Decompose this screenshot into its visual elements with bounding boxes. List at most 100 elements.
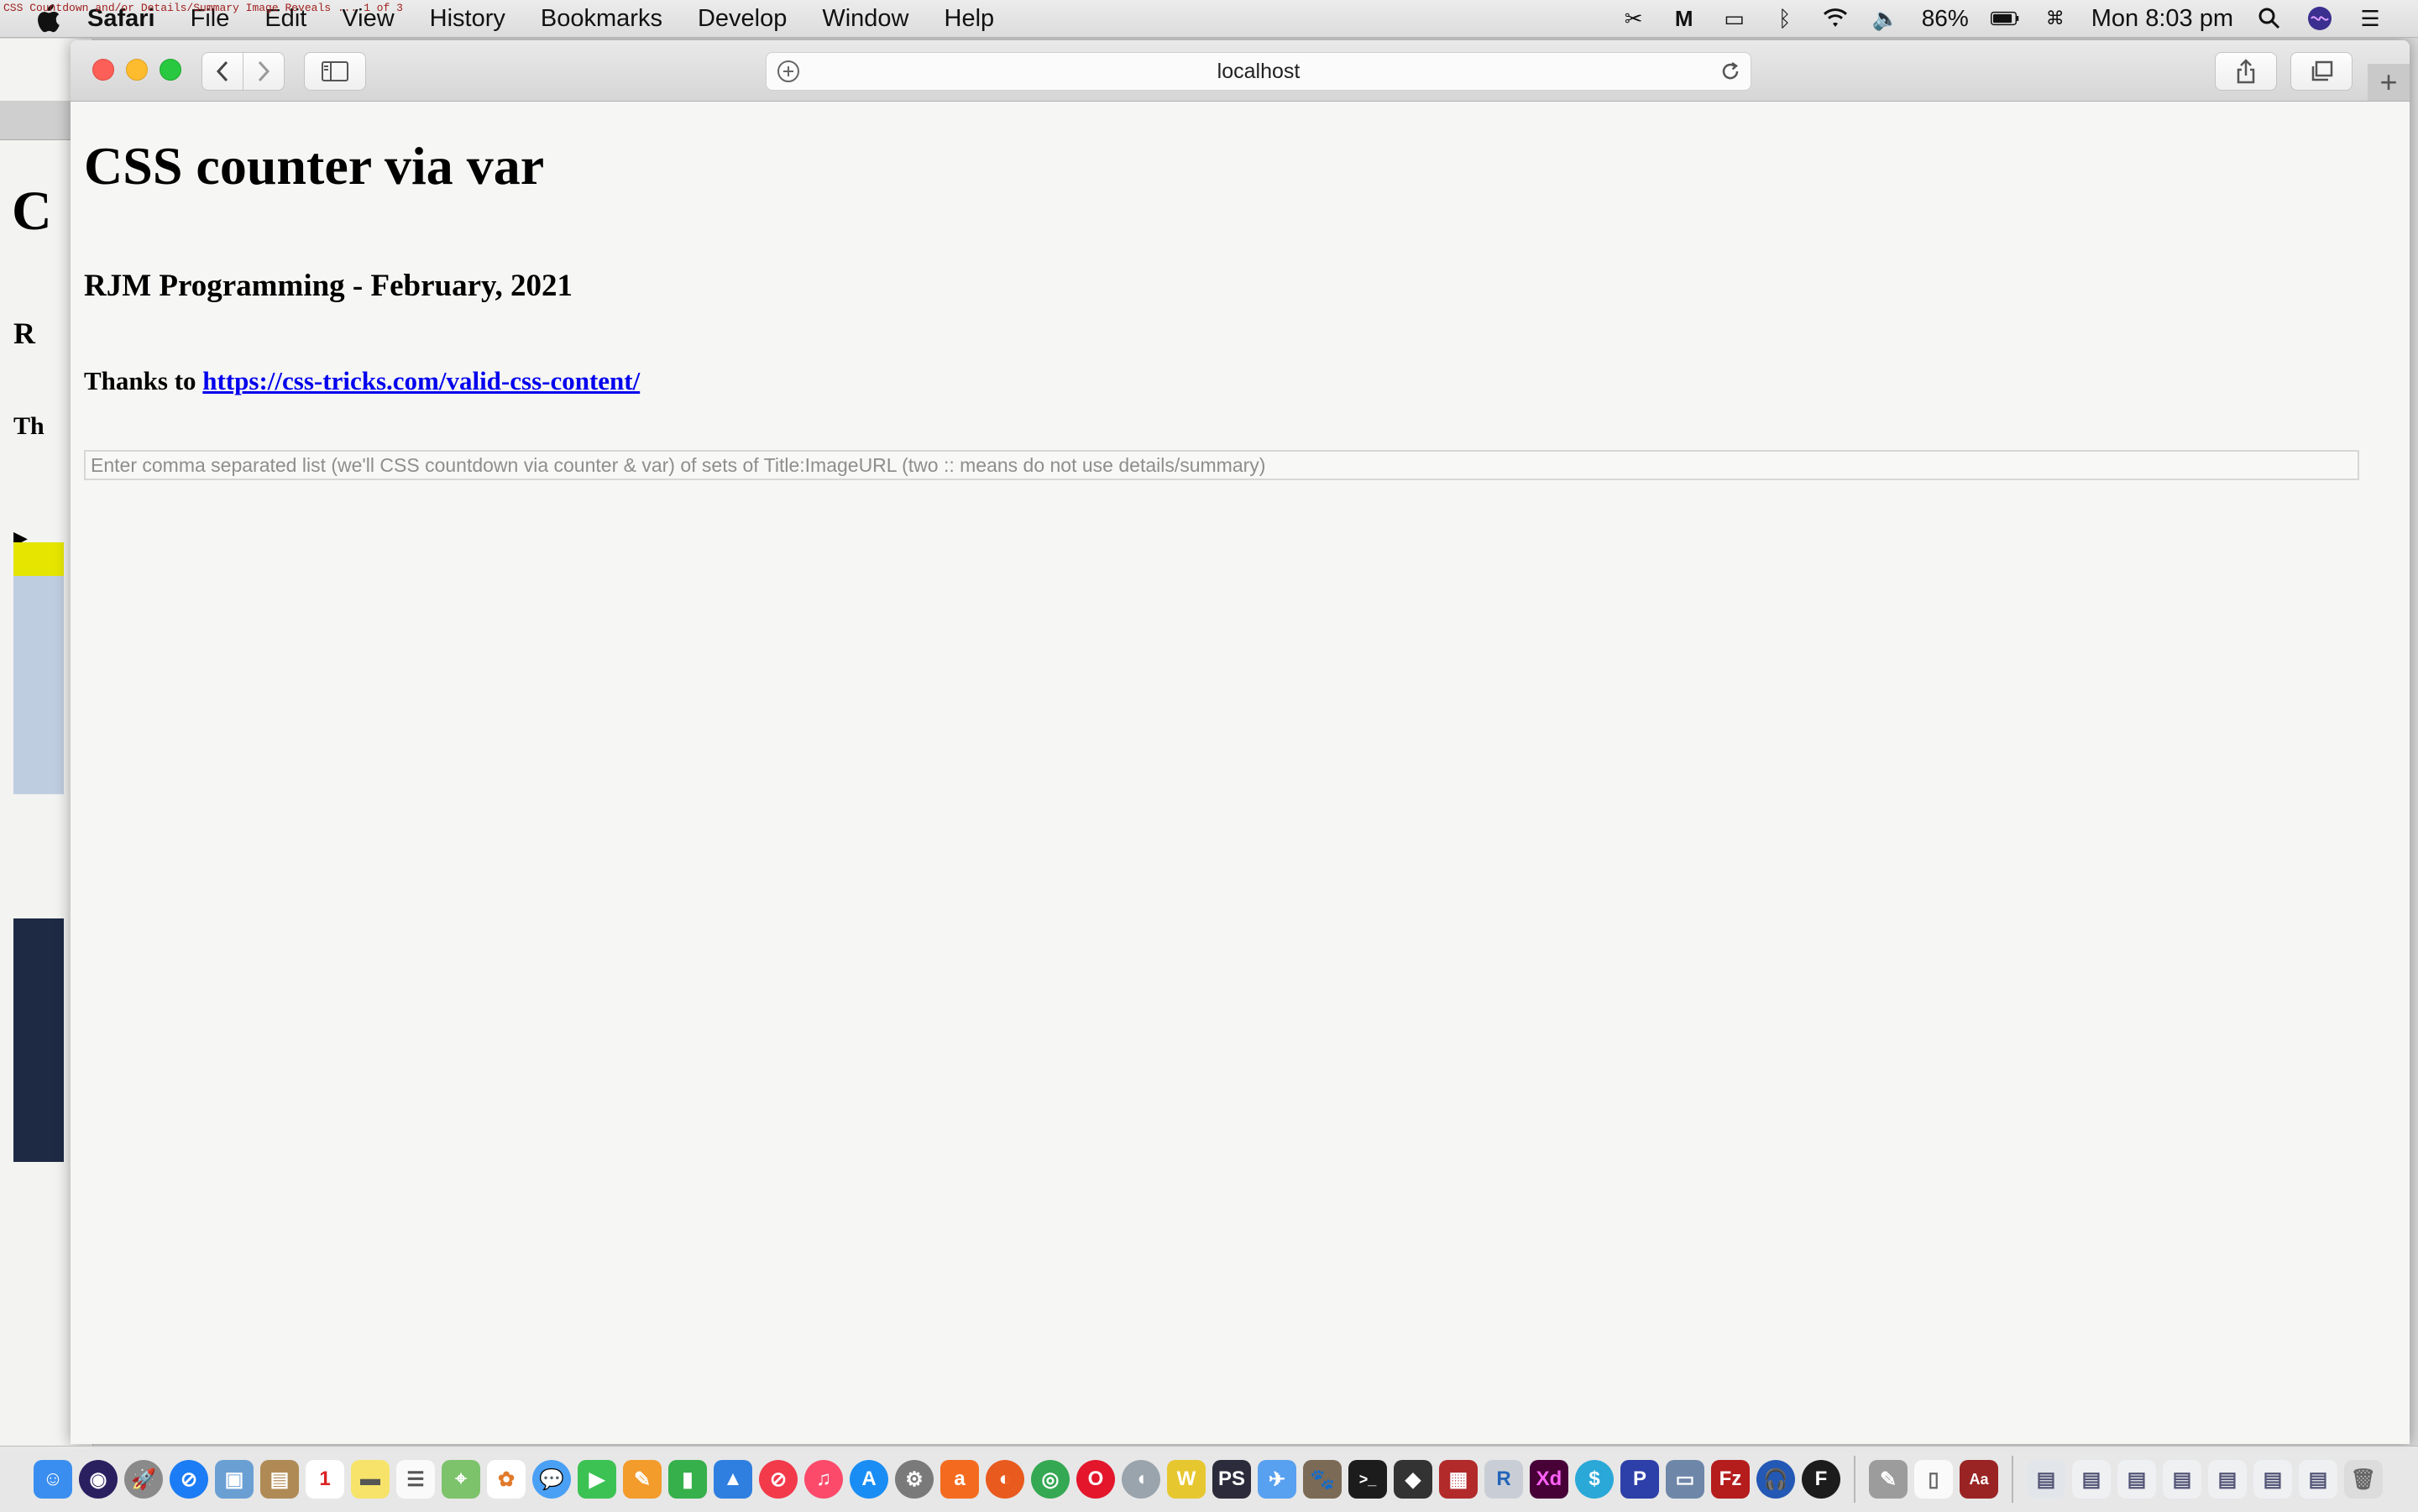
title-imageurl-list-input[interactable] — [84, 450, 2359, 480]
dock: ☺ ◉ 🚀 ⊘ ▣ ▤ 1 ▬ ☰ ⌖ ✿ 💬 ▶ ✎ ▮ ▲ ⊘ ♫ A ⚙ … — [0, 1446, 2418, 1512]
calendar-icon[interactable]: 1 — [306, 1460, 344, 1499]
dock-separator — [2012, 1456, 2013, 1503]
background-tab-title: CSS Countdown and/or Details/Summary Ima… — [3, 2, 403, 14]
window-minimize-button[interactable] — [126, 59, 148, 81]
notes-icon[interactable]: ▬ — [351, 1460, 390, 1499]
audio-app-icon[interactable]: 🎧 — [1756, 1460, 1795, 1499]
thanks-prefix: Thanks to — [84, 366, 203, 395]
window-close-button[interactable] — [92, 59, 114, 81]
address-bar[interactable]: localhost — [766, 52, 1751, 91]
wifi-icon[interactable] — [1821, 4, 1850, 33]
menubar-clock[interactable]: Mon 8:03 pm — [2091, 5, 2233, 33]
page-content: CSS counter via var RJM Programming - Fe… — [71, 102, 2410, 1444]
numbers-icon[interactable]: ▮ — [668, 1460, 707, 1499]
system-preferences-icon[interactable]: ⚙ — [895, 1460, 934, 1499]
image-viewer-icon[interactable]: ▭ — [1666, 1460, 1704, 1499]
spotlight-search-icon[interactable] — [2255, 4, 2284, 33]
dock-separator — [1854, 1456, 1855, 1503]
address-bar-url[interactable]: localhost — [1217, 60, 1301, 84]
photos-icon[interactable]: ✿ — [487, 1460, 526, 1499]
keynote-icon[interactable]: ▲ — [714, 1460, 752, 1499]
menu-history[interactable]: History — [430, 5, 505, 33]
background-yellow-block — [13, 542, 64, 576]
stack-icon-7[interactable]: ▤ — [2299, 1460, 2337, 1499]
music-icon[interactable]: ♫ — [804, 1460, 843, 1499]
chrome-icon[interactable]: ◎ — [1031, 1460, 1070, 1499]
add-bookmark-icon[interactable] — [777, 60, 800, 89]
reload-icon[interactable] — [1719, 60, 1742, 89]
filezilla-icon[interactable]: Fz — [1711, 1460, 1750, 1499]
siri-dock-icon[interactable]: ◉ — [79, 1460, 118, 1499]
contacts-icon[interactable]: ▤ — [260, 1460, 299, 1499]
menu-bookmarks[interactable]: Bookmarks — [541, 5, 662, 33]
news-icon[interactable]: ⊘ — [759, 1460, 798, 1499]
menu-window[interactable]: Window — [822, 5, 908, 33]
tabs-overview-icon — [2311, 60, 2333, 81]
show-all-tabs-button[interactable] — [2290, 52, 2353, 91]
finder-icon[interactable]: ☺ — [34, 1460, 72, 1499]
safari-window: localhost + CSS counter via var RJM Prog… — [71, 40, 2410, 1444]
downloads-stack-icon[interactable]: ▤ — [2027, 1460, 2065, 1499]
launchpad-icon[interactable]: 🚀 — [124, 1460, 163, 1499]
app-store-icon[interactable]: A — [850, 1460, 888, 1499]
photo-booth-icon[interactable]: ▦ — [1439, 1460, 1478, 1499]
reminders-icon[interactable]: ☰ — [396, 1460, 435, 1499]
script-editor-icon[interactable]: ✎ — [1869, 1460, 1908, 1499]
background-page-thanks: Th — [13, 412, 44, 440]
maps-icon[interactable]: ⌖ — [442, 1460, 480, 1499]
share-button[interactable] — [2215, 52, 2277, 91]
battery-icon[interactable] — [1990, 4, 2019, 33]
input-source-icon[interactable]: ⌘ — [2041, 4, 2070, 33]
firefox-icon[interactable]: ◐ — [986, 1460, 1024, 1499]
stack-icon-6[interactable]: ▤ — [2253, 1460, 2292, 1499]
terminal-icon[interactable]: >_ — [1348, 1460, 1387, 1499]
battery-percent: 86% — [1921, 5, 1969, 31]
pycharm-icon[interactable]: P — [1620, 1460, 1659, 1499]
gimp-icon[interactable]: 🐾 — [1303, 1460, 1342, 1499]
sequel-pro-icon[interactable]: ◖ — [1122, 1460, 1160, 1499]
safari-dock-icon[interactable]: ⊘ — [170, 1460, 208, 1499]
malwarebytes-icon[interactable]: M — [1670, 4, 1698, 33]
opera-icon[interactable]: O — [1076, 1460, 1115, 1499]
stack-icon-5[interactable]: ▤ — [2208, 1460, 2247, 1499]
back-button[interactable] — [202, 52, 243, 91]
new-tab-button[interactable]: + — [2368, 64, 2410, 101]
page-subtitle: RJM Programming - February, 2021 — [84, 269, 573, 303]
coda-icon[interactable]: ✈ — [1258, 1460, 1296, 1499]
sidebar-toggle-button[interactable] — [304, 52, 366, 91]
airplay-icon[interactable]: ▭ — [1720, 4, 1749, 33]
background-image-block — [13, 576, 64, 794]
facetime-icon[interactable]: ▶ — [578, 1460, 616, 1499]
document-icon[interactable]: ▯ — [1914, 1460, 1953, 1499]
window-zoom-button[interactable] — [160, 59, 181, 81]
background-page-subtitle: R — [13, 317, 35, 350]
thanks-line: Thanks to https://css-tricks.com/valid-c… — [84, 366, 640, 396]
messages-icon[interactable]: 💬 — [532, 1460, 571, 1499]
css-tricks-link[interactable]: https://css-tricks.com/valid-css-content… — [202, 366, 640, 395]
r-icon[interactable]: R — [1484, 1460, 1523, 1499]
menu-develop[interactable]: Develop — [698, 5, 787, 33]
font-app-icon[interactable]: F — [1802, 1460, 1840, 1499]
stack-icon-4[interactable]: ▤ — [2163, 1460, 2201, 1499]
volume-icon[interactable]: 🔈 — [1871, 4, 1900, 33]
cyberduck-icon[interactable]: W — [1167, 1460, 1206, 1499]
tool-icon[interactable]: ✂ — [1620, 4, 1648, 33]
phpstorm-icon[interactable]: PS — [1212, 1460, 1251, 1499]
trash-icon[interactable]: 🗑 — [2344, 1460, 2383, 1499]
chevron-left-icon — [216, 60, 228, 82]
pages-icon[interactable]: ✎ — [623, 1460, 662, 1499]
forward-button[interactable] — [243, 52, 285, 91]
paw-icon[interactable]: $ — [1575, 1460, 1614, 1499]
dictionary-icon[interactable]: Aa — [1960, 1460, 1998, 1499]
bluetooth-icon[interactable]: ᛒ — [1771, 4, 1799, 33]
inkscape-icon[interactable]: ◆ — [1394, 1460, 1432, 1499]
menu-help[interactable]: Help — [945, 5, 995, 33]
adobe-xd-icon[interactable]: Xd — [1530, 1460, 1568, 1499]
background-dark-image-block — [13, 918, 64, 1162]
notification-center-icon[interactable]: ☰ — [2356, 4, 2384, 33]
stack-icon-2[interactable]: ▤ — [2072, 1460, 2111, 1499]
stack-icon-3[interactable]: ▤ — [2117, 1460, 2156, 1499]
avast-icon[interactable]: a — [940, 1460, 979, 1499]
siri-icon[interactable] — [2305, 4, 2334, 33]
preview-icon[interactable]: ▣ — [215, 1460, 254, 1499]
